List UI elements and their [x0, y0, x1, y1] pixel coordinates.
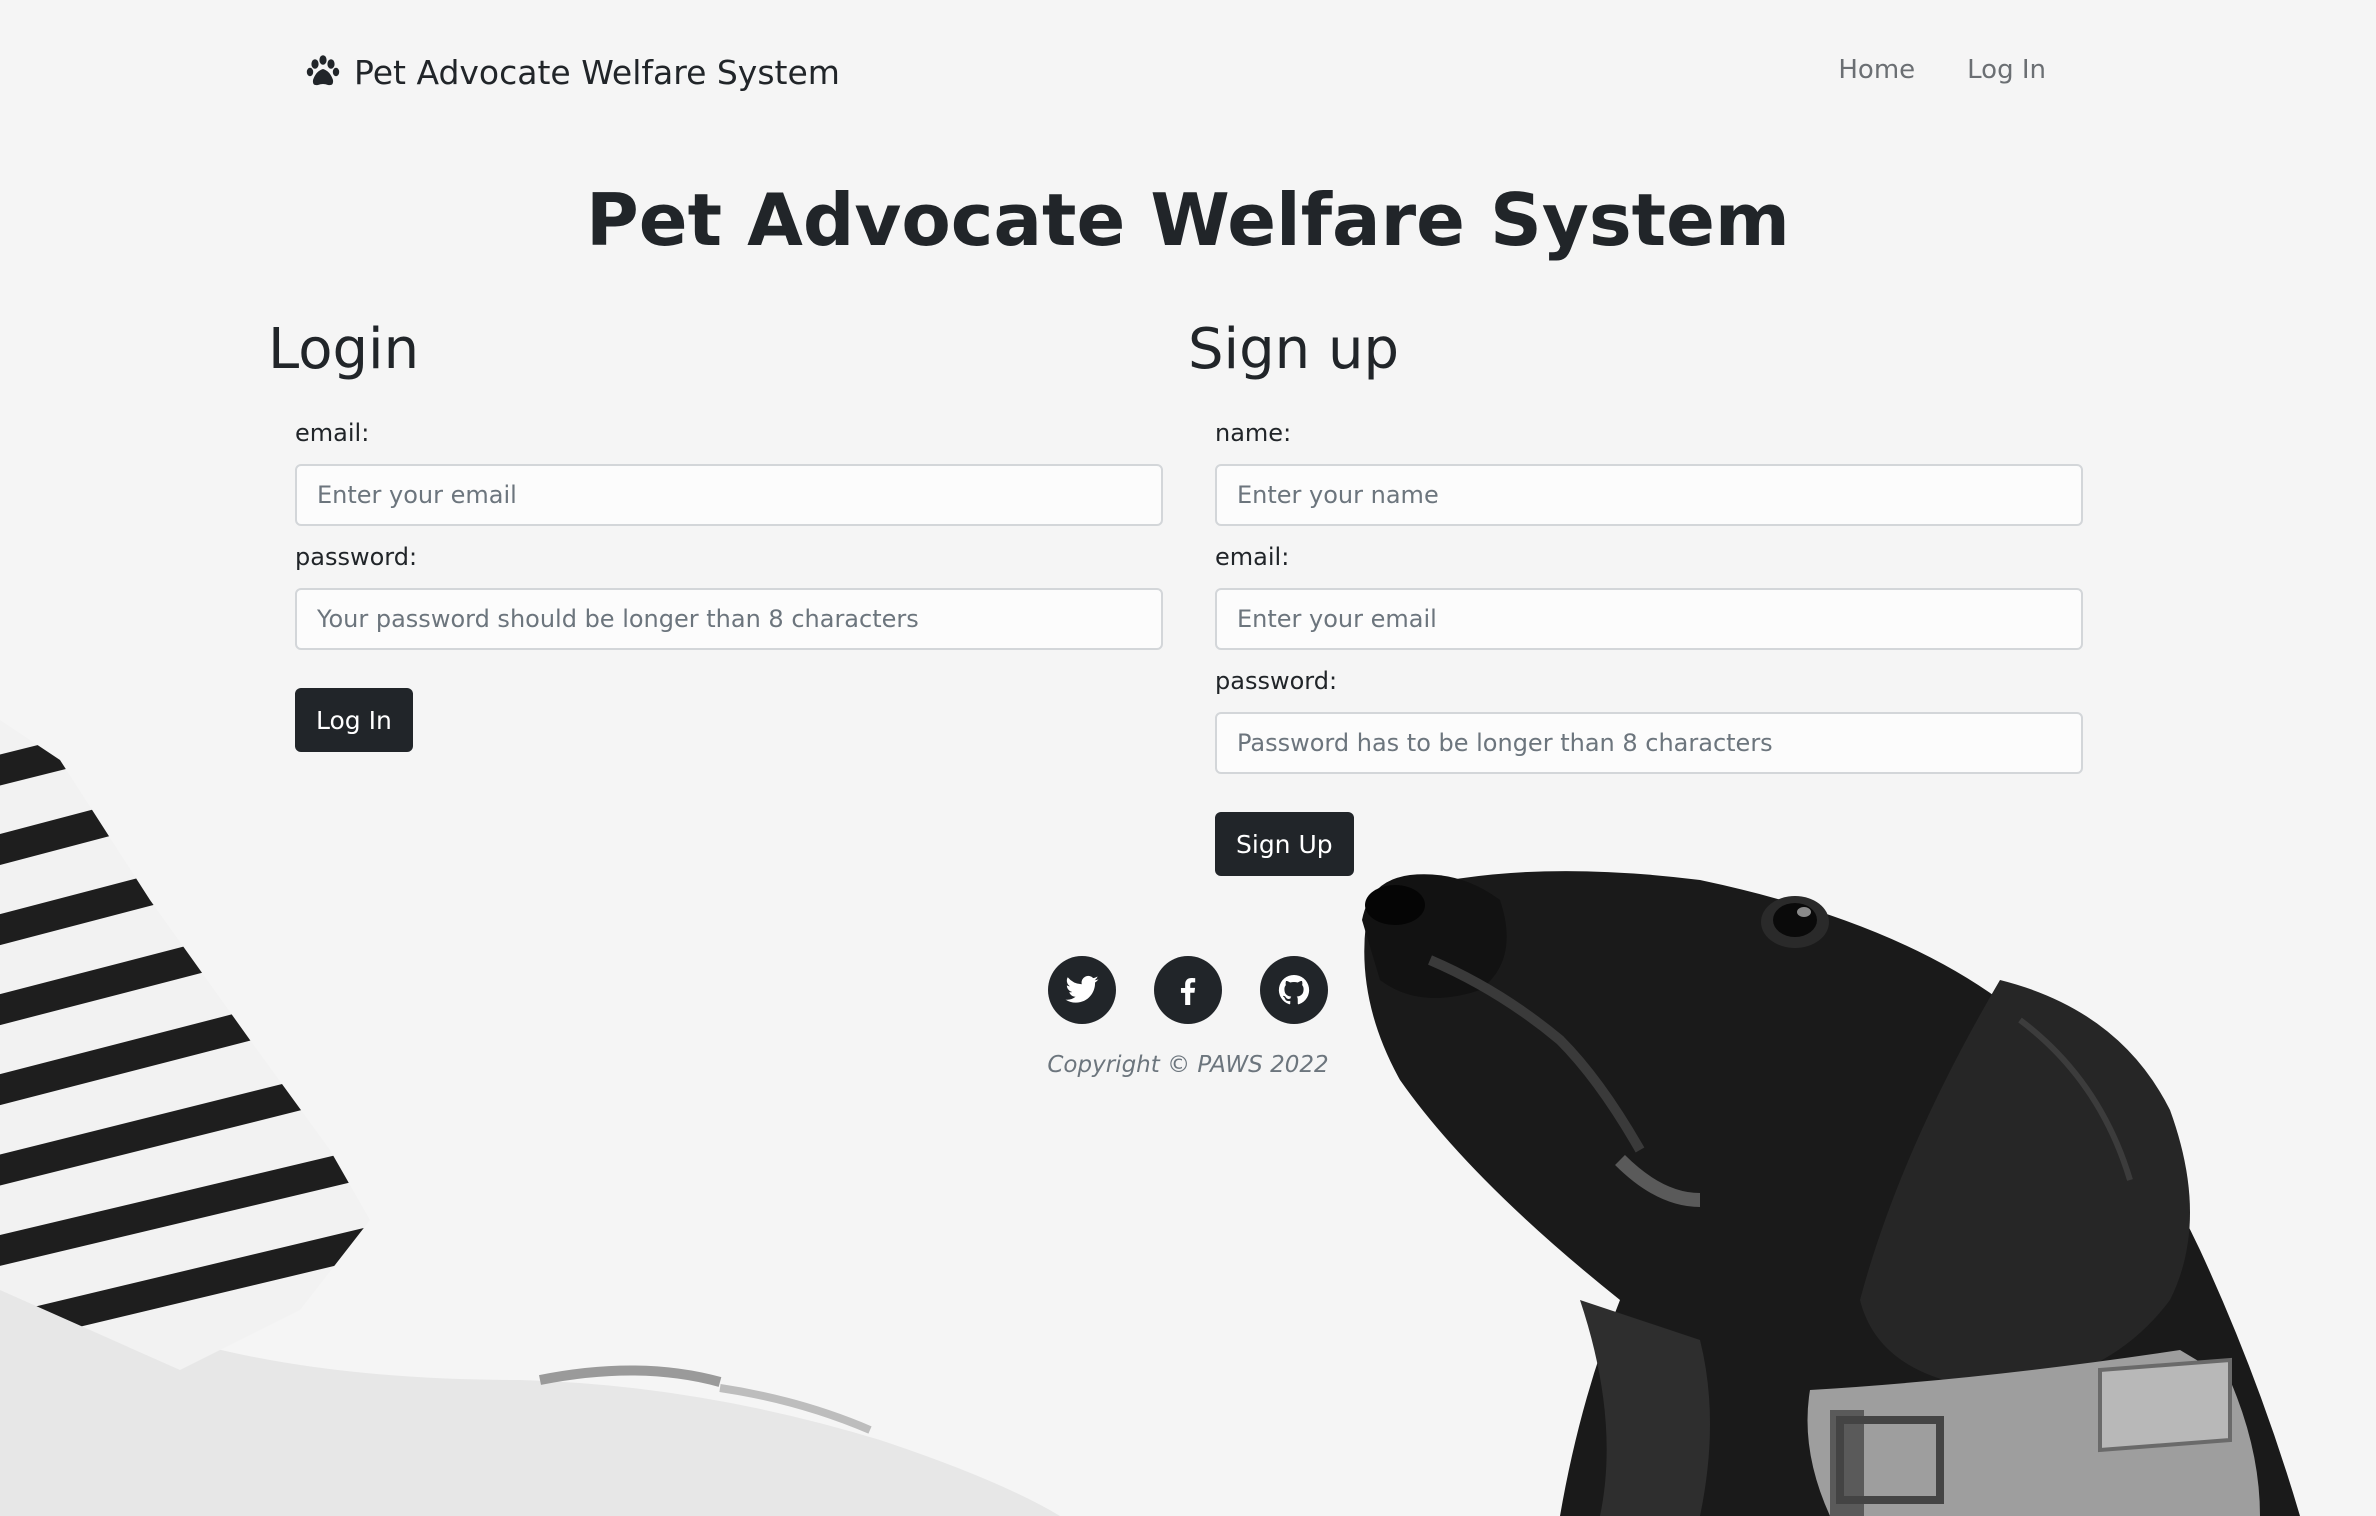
github-icon	[1278, 974, 1310, 1005]
page: Pet Advocate Welfare System Home Log In …	[0, 0, 2376, 1516]
signup-button[interactable]: Sign Up	[1215, 812, 1354, 876]
signup-password-label: password:	[1215, 667, 1338, 695]
signup-password-input[interactable]	[1215, 712, 2083, 774]
signup-heading: Sign up	[1188, 317, 1399, 382]
login-email-group: email: password:	[295, 416, 1163, 650]
signup-email-input[interactable]	[1215, 588, 2083, 650]
signup-name-input[interactable]	[1215, 464, 2083, 526]
github-link[interactable]	[1260, 956, 1328, 1024]
page-title: Pet Advocate Welfare System	[586, 178, 1790, 262]
nav-login-link[interactable]: Log In	[1967, 50, 2046, 90]
login-email-label: email:	[295, 419, 370, 447]
login-button[interactable]: Log In	[295, 688, 413, 752]
twitter-link[interactable]	[1048, 956, 1116, 1024]
signup-email-label: email:	[1215, 543, 1290, 571]
login-heading: Login	[268, 317, 420, 382]
facebook-link[interactable]	[1154, 956, 1222, 1024]
top-nav: Home Log In	[1838, 50, 2046, 90]
brand-label: Pet Advocate Welfare System	[354, 52, 840, 92]
signup-form: Sign up name: email: password: Sign Up	[1188, 312, 2088, 876]
brand-link[interactable]: Pet Advocate Welfare System	[306, 48, 840, 96]
login-form: Login email: password: Log In	[268, 312, 1168, 752]
paw-icon	[306, 55, 340, 86]
login-password-label: password:	[295, 543, 418, 571]
facebook-icon	[1180, 978, 1196, 1005]
twitter-icon	[1065, 975, 1099, 1003]
signup-name-label: name:	[1215, 419, 1292, 447]
signup-fields: name: email: password:	[1215, 416, 2083, 774]
login-email-input[interactable]	[295, 464, 1163, 526]
copyright: Copyright © PAWS 2022	[1047, 1052, 1329, 1078]
nav-home-link[interactable]: Home	[1838, 50, 1915, 90]
login-password-input[interactable]	[295, 588, 1163, 650]
social-links	[0, 956, 2376, 1024]
